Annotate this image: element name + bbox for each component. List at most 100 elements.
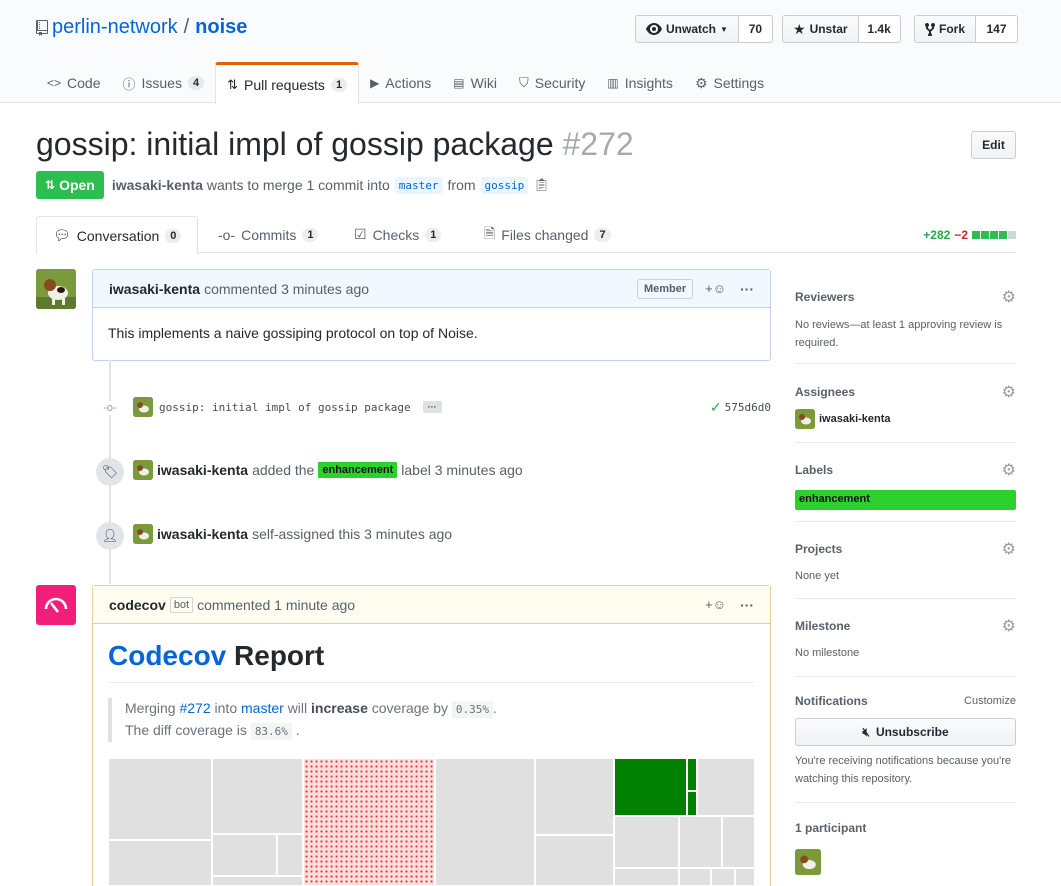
codecov-report-heading: Codecov Report	[108, 640, 755, 683]
pull-request-icon: ⇅	[227, 76, 238, 92]
label-enhancement[interactable]: enhancement	[318, 462, 398, 478]
label-enhancement[interactable]: enhancement	[795, 490, 1016, 510]
gear-icon[interactable]: ⚙	[1002, 460, 1016, 480]
coverage-treemap[interactable]	[108, 758, 755, 886]
sidebar-title: Milestone	[795, 619, 851, 633]
treemap-cell[interactable]	[435, 758, 535, 886]
treemap-cell[interactable]	[722, 816, 755, 868]
star-count[interactable]: 1.4k	[858, 15, 901, 43]
treemap-cell[interactable]	[679, 868, 711, 886]
add-reaction-icon[interactable]: +☺	[705, 281, 726, 296]
unsubscribe-button[interactable]: 🔇︎ Unsubscribe	[795, 718, 1016, 746]
milestone-heading[interactable]: Milestone ⚙	[795, 616, 1016, 636]
treemap-cell[interactable]	[614, 816, 679, 868]
event-text: self-assigned this 3 minutes ago	[252, 526, 453, 542]
gear-icon[interactable]: ⚙	[1002, 616, 1016, 636]
repo-owner-link[interactable]: perlin-network	[52, 16, 178, 39]
gear-icon[interactable]: ⚙	[1002, 382, 1016, 402]
bot-badge: bot	[169, 596, 194, 613]
treemap-cell[interactable]	[679, 816, 722, 868]
fork-button[interactable]: Fork	[914, 15, 977, 43]
treemap-cell[interactable]	[535, 835, 614, 886]
clipboard-icon[interactable]: 📋︎	[533, 177, 550, 193]
treemap-cell[interactable]	[697, 758, 755, 816]
repo-icon	[36, 19, 48, 36]
treemap-cell[interactable]	[212, 834, 277, 876]
gear-icon[interactable]: ⚙	[1002, 287, 1016, 307]
branch-link[interactable]: master	[241, 700, 284, 716]
gear-icon[interactable]: ⚙	[1002, 539, 1016, 559]
repo-tab-insights[interactable]: ▥ Insights	[596, 62, 684, 104]
fork-count[interactable]: 147	[976, 15, 1019, 43]
repo-name-link[interactable]: noise	[195, 16, 247, 39]
coverage-delta: 0.35%	[451, 701, 494, 718]
labels-heading[interactable]: Labels ⚙	[795, 460, 1016, 480]
event-author-link[interactable]: iwasaki-kenta	[157, 462, 248, 478]
pr-link[interactable]: #272	[179, 700, 210, 716]
kebab-menu-icon[interactable]: ···	[740, 281, 754, 297]
customize-link[interactable]: Customize	[964, 695, 1016, 707]
add-reaction-icon[interactable]: +☺	[705, 597, 726, 612]
assignees-heading[interactable]: Assignees ⚙	[795, 382, 1016, 402]
repo-tab-label: Security	[534, 75, 586, 91]
check-icon[interactable]: ✓	[710, 399, 722, 416]
participant-avatar[interactable]	[795, 849, 821, 875]
tab-checks[interactable]: ☑ Checks 1	[354, 216, 442, 253]
milestone-text: No milestone	[795, 647, 860, 659]
code-icon: <>	[47, 76, 62, 90]
treemap-cell[interactable]	[212, 758, 303, 834]
treemap-cell-uncovered[interactable]	[303, 758, 435, 886]
unwatch-button[interactable]: Unwatch ▼	[635, 15, 739, 43]
pr-author-link[interactable]: iwasaki-kenta	[112, 177, 203, 193]
watch-count[interactable]: 70	[738, 15, 773, 43]
assignee-item[interactable]: iwasaki-kenta	[795, 409, 1016, 429]
tab-files-changed[interactable]: 🗎︎ Files changed 7	[484, 216, 611, 253]
treemap-cell[interactable]	[108, 758, 212, 840]
event-avatar[interactable]	[133, 524, 153, 544]
head-branch[interactable]: gossip	[480, 176, 529, 194]
repo-tab-wiki[interactable]: ▤ Wiki	[442, 62, 508, 104]
codecov-avatar[interactable]	[36, 585, 76, 625]
projects-text: None yet	[795, 570, 840, 582]
commit-expand-button[interactable]: ···	[422, 401, 442, 413]
treemap-cell-covered[interactable]	[614, 758, 687, 816]
edit-button[interactable]: Edit	[971, 131, 1016, 159]
treemap-cell[interactable]	[212, 876, 303, 886]
event-author-link[interactable]: iwasaki-kenta	[157, 526, 248, 542]
unstar-button[interactable]: ★ Unstar	[782, 15, 859, 43]
treemap-cell[interactable]	[277, 834, 303, 876]
repo-tab-settings[interactable]: ⚙ Settings	[684, 62, 775, 104]
comment-timestamp[interactable]: commented 3 minutes ago	[204, 281, 369, 297]
kebab-menu-icon[interactable]: ···	[740, 597, 754, 613]
treemap-cell-covered[interactable]	[687, 791, 697, 816]
commit-sha-link[interactable]: 575d6d0	[725, 401, 771, 414]
commit-avatar[interactable]	[133, 397, 153, 417]
comment-author[interactable]: iwasaki-kenta	[109, 281, 200, 297]
base-branch[interactable]: master	[394, 176, 443, 194]
reviewers-heading[interactable]: Reviewers ⚙	[795, 287, 1016, 307]
event-avatar[interactable]	[133, 460, 153, 480]
treemap-cell[interactable]	[614, 868, 679, 886]
notifications-text: You're receiving notifications because y…	[795, 755, 1011, 785]
comment-author[interactable]: codecov	[109, 597, 166, 613]
repo-tab-code[interactable]: <> Code	[36, 62, 111, 104]
repo-tab-security[interactable]: ⛉ Security	[508, 62, 596, 104]
codecov-link[interactable]: Codecov	[108, 640, 226, 671]
treemap-cell[interactable]	[535, 758, 614, 835]
author-avatar[interactable]	[36, 269, 76, 309]
treemap-cell-covered[interactable]	[687, 758, 697, 791]
sidebar-divider	[795, 598, 1016, 599]
projects-heading[interactable]: Projects ⚙	[795, 539, 1016, 559]
tab-label: Checks	[372, 226, 420, 243]
repo-tab-actions[interactable]: ▶ Actions	[359, 62, 442, 104]
tab-commits[interactable]: -o- Commits 1	[218, 216, 319, 253]
repo-tab-issues[interactable]: ⓘ Issues 4	[111, 62, 215, 104]
summary-text: Merging	[125, 700, 176, 716]
repo-tab-pull-requests[interactable]: ⇅ Pull requests 1	[215, 62, 360, 104]
commit-message-link[interactable]: gossip: initial impl of gossip package	[159, 401, 411, 414]
comment-timestamp[interactable]: commented 1 minute ago	[197, 597, 355, 613]
treemap-cell[interactable]	[735, 868, 755, 886]
tab-conversation[interactable]: 💬︎ Conversation 0	[36, 216, 198, 254]
treemap-cell[interactable]	[108, 840, 212, 886]
treemap-cell[interactable]	[711, 868, 735, 886]
